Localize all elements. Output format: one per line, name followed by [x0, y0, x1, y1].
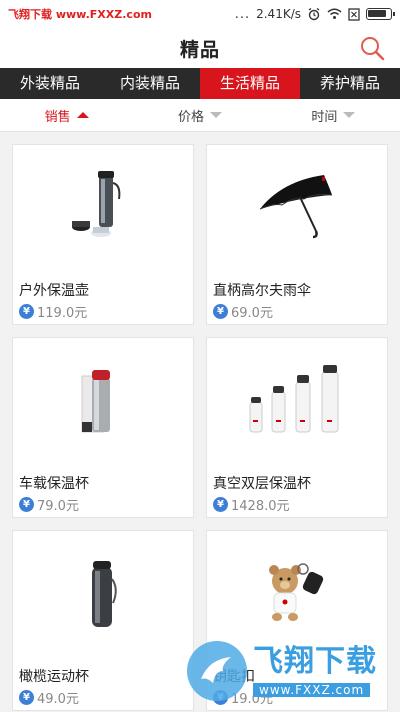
- price-value: 119.0元: [37, 306, 88, 321]
- sort-label: 价格: [177, 109, 204, 125]
- price-value: 49.0元: [37, 692, 79, 707]
- watermark-text: 飞翔下载 www.FXXZ.com: [8, 8, 152, 21]
- sort-desc-icon: [343, 112, 356, 118]
- sport-cup-icon: [92, 561, 117, 627]
- car-tumbler-icon: [81, 370, 110, 433]
- tab-exterior[interactable]: 外装精品: [0, 68, 100, 99]
- sort-by-sales[interactable]: 销售: [0, 99, 133, 131]
- price-value: 69.0元: [231, 306, 273, 321]
- product-image: [207, 338, 387, 466]
- product-card[interactable]: 真空双层保温杯 ¥ 1428.0元: [206, 337, 388, 518]
- battery-icon: [366, 8, 395, 20]
- product-card[interactable]: 橄榄运动杯 ¥ 49.0元: [12, 530, 194, 711]
- currency-icon: ¥: [19, 497, 34, 512]
- currency-icon: ¥: [213, 304, 228, 319]
- product-price: ¥ 119.0元: [19, 302, 87, 321]
- category-tabs: 外装精品 内装精品 生活精品 养护精品: [0, 68, 400, 99]
- watermark-title: 飞翔下载: [253, 643, 377, 679]
- product-price: ¥ 69.0元: [213, 302, 273, 321]
- sort-bar: 销售 价格 时间: [0, 99, 400, 132]
- product-card[interactable]: 直柄高尔夫雨伞 ¥ 69.0元: [206, 144, 388, 325]
- alarm-icon: [308, 7, 320, 21]
- product-price: ¥ 1428.0元: [213, 495, 290, 514]
- product-image: [13, 531, 193, 659]
- tab-interior[interactable]: 内装精品: [100, 68, 200, 99]
- sort-desc-icon: [210, 112, 222, 118]
- tab-maintenance[interactable]: 养护精品: [300, 68, 400, 99]
- watermark-logo: [187, 641, 247, 701]
- status-indicators: ... 2.41K/s: [234, 6, 395, 22]
- watermark-text-block: 飞翔下载 www.FXXZ.com: [253, 643, 377, 698]
- currency-icon: ¥: [19, 690, 34, 705]
- product-image: [13, 145, 193, 273]
- screen: 飞翔下载 www.FXXZ.com ... 2.41K/s 精品 外装精品 内装…: [0, 0, 400, 712]
- page-title: 精品: [179, 38, 220, 61]
- bear-keychain-icon: [269, 563, 324, 621]
- price-value: 1428.0元: [231, 499, 290, 514]
- app-header: 精品: [0, 28, 400, 68]
- network-speed: 2.41K/s: [256, 7, 301, 21]
- umbrella-icon: [259, 175, 333, 239]
- product-price: ¥ 79.0元: [19, 495, 79, 514]
- product-name: 车载保温杯: [19, 476, 89, 492]
- product-grid: 户外保温壶 ¥ 119.0元 直柄高尔夫雨伞 ¥ 69.0元 车载保温杯 ¥ 7…: [0, 132, 400, 711]
- product-image: [207, 145, 387, 273]
- product-image: [13, 338, 193, 466]
- sort-by-time[interactable]: 时间: [267, 99, 400, 131]
- product-card[interactable]: 车载保温杯 ¥ 79.0元: [12, 337, 194, 518]
- product-name: 真空双层保温杯: [213, 476, 311, 492]
- product-card[interactable]: 户外保温壶 ¥ 119.0元: [12, 144, 194, 325]
- thermos-kit-icon: [72, 171, 121, 237]
- sort-label: 销售: [44, 109, 71, 125]
- product-name: 橄榄运动杯: [19, 669, 89, 685]
- currency-icon: ¥: [19, 304, 34, 319]
- status-bar: 飞翔下载 www.FXXZ.com ... 2.41K/s: [0, 0, 400, 28]
- currency-icon: ¥: [213, 497, 228, 512]
- sort-label: 时间: [311, 109, 338, 125]
- price-value: 79.0元: [37, 499, 79, 514]
- product-name: 户外保温壶: [19, 283, 89, 299]
- signal-dots: ...: [234, 6, 251, 22]
- sort-asc-icon: [76, 112, 89, 118]
- bird-logo-icon: [201, 657, 231, 683]
- sim-disabled-icon: [348, 7, 360, 21]
- product-price: ¥ 49.0元: [19, 688, 79, 707]
- bottle-set-icon: [249, 365, 339, 433]
- watermark-overlay: 飞翔下载 www.FXXZ.com: [187, 640, 392, 702]
- wifi-icon: [327, 8, 342, 19]
- search-icon[interactable]: [358, 34, 386, 62]
- product-name: 直柄高尔夫雨伞: [213, 283, 311, 299]
- watermark-url: www.FXXZ.com: [253, 682, 371, 697]
- sort-by-price[interactable]: 价格: [133, 99, 266, 131]
- tab-lifestyle[interactable]: 生活精品: [200, 68, 300, 99]
